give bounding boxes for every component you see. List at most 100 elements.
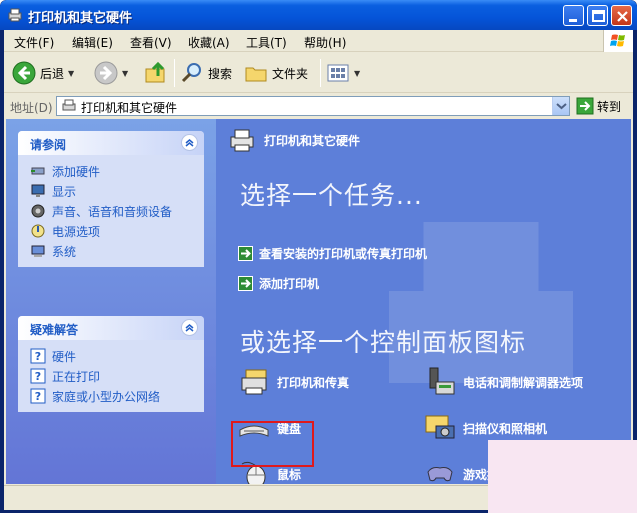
collapse-button[interactable] bbox=[181, 319, 198, 336]
cp-printers-faxes[interactable]: 打印机和传真 bbox=[238, 366, 349, 398]
help-icon: ? bbox=[30, 368, 46, 384]
chevron-up-icon bbox=[185, 139, 194, 147]
forward-arrow-icon bbox=[94, 61, 118, 85]
sidebar-item-label: 系统 bbox=[52, 244, 77, 259]
menu-view[interactable]: 查看(V) bbox=[130, 34, 172, 51]
speaker-icon bbox=[31, 204, 45, 218]
sidebar-item-sound[interactable]: 声音、语音和音频设备 bbox=[30, 201, 204, 221]
explorer-window: 打印机和其它硬件 文件(F) 编辑(E) 查看(V) 收藏(A) 工具(T) 帮… bbox=[0, 0, 637, 513]
task-add-printer[interactable]: 添加打印机 bbox=[238, 275, 319, 292]
sidebar-item-label: 声音、语音和音频设备 bbox=[52, 204, 173, 219]
sidebar-item-label: 显示 bbox=[52, 184, 77, 199]
sidebar-item-label: 添加硬件 bbox=[52, 164, 101, 179]
category-header: 打印机和其它硬件 bbox=[228, 127, 360, 153]
chevron-down-icon bbox=[556, 103, 567, 110]
printer-folder-icon bbox=[62, 99, 76, 111]
display-icon bbox=[31, 184, 45, 197]
sidebar-item-label: 家庭或小型办公网络 bbox=[52, 389, 161, 404]
svg-text:?: ? bbox=[35, 350, 41, 363]
sidebar-item-label: 正在打印 bbox=[52, 369, 101, 384]
folders-icon bbox=[245, 67, 267, 82]
corner-overlay bbox=[488, 440, 637, 513]
game-controller-icon bbox=[427, 467, 453, 482]
windows-logo-icon bbox=[603, 30, 633, 52]
menu-favorites[interactable]: 收藏(A) bbox=[188, 34, 230, 51]
go-arrow-icon bbox=[576, 97, 594, 115]
maximize-button[interactable] bbox=[587, 5, 608, 26]
mouse-highlight-box bbox=[231, 421, 314, 467]
sidebar-item-hardware-help[interactable]: ? 硬件 bbox=[30, 346, 204, 366]
see-also-header[interactable]: 请参阅 bbox=[18, 131, 204, 155]
maximize-icon bbox=[592, 10, 605, 22]
title-bar[interactable]: 打印机和其它硬件 bbox=[0, 0, 637, 30]
menu-tools[interactable]: 工具(T) bbox=[246, 34, 287, 51]
address-label: 地址(D) bbox=[10, 101, 53, 115]
minimize-button[interactable] bbox=[563, 5, 584, 26]
close-button[interactable] bbox=[611, 5, 632, 26]
cp-label: 鼠标 bbox=[277, 467, 302, 482]
sidebar-item-display[interactable]: 显示 bbox=[30, 181, 204, 201]
back-label: 后退 bbox=[40, 66, 65, 81]
sidebar-item-printing-help[interactable]: ? 正在打印 bbox=[30, 366, 204, 386]
folder-up-icon bbox=[145, 61, 165, 83]
window-title: 打印机和其它硬件 bbox=[28, 11, 133, 26]
see-also-title: 请参阅 bbox=[30, 138, 67, 152]
help-icon: ? bbox=[30, 348, 46, 364]
sidebar-item-label: 硬件 bbox=[52, 349, 77, 364]
cp-label: 扫描仪和照相机 bbox=[463, 421, 548, 436]
task-arrow-icon bbox=[238, 246, 253, 261]
cp-phone-modem[interactable]: 电话和调制解调器选项 bbox=[424, 366, 583, 398]
search-label: 搜索 bbox=[208, 66, 233, 81]
cp-label: 电话和调制解调器选项 bbox=[463, 375, 584, 390]
sidebar-item-power[interactable]: 电源选项 bbox=[30, 221, 204, 241]
forward-button[interactable]: ▼ bbox=[94, 59, 128, 87]
task-label: 查看安装的打印机或传真打印机 bbox=[259, 247, 428, 261]
menu-file[interactable]: 文件(F) bbox=[14, 34, 54, 51]
pick-task-heading: 选择一个任务... bbox=[240, 181, 423, 210]
sidebar-item-add-hardware[interactable]: 添加硬件 bbox=[30, 161, 204, 181]
svg-text:?: ? bbox=[35, 370, 41, 383]
menu-help[interactable]: 帮助(H) bbox=[304, 34, 346, 51]
toolbar: 后退 ▼ ▼ 搜索 文件夹 ▼ bbox=[4, 53, 633, 93]
views-button[interactable]: ▼ bbox=[326, 59, 360, 87]
power-options-icon bbox=[31, 224, 45, 238]
search-icon bbox=[181, 63, 201, 83]
see-also-panel: 请参阅 添加硬件 显示 声音、语音和音频设备 电源选项 系统 bbox=[18, 131, 204, 267]
phone-modem-icon bbox=[429, 367, 455, 395]
svg-text:?: ? bbox=[35, 390, 41, 403]
troubleshoot-list: ? 硬件 ? 正在打印 ? 家庭或小型办公网络 bbox=[18, 340, 204, 412]
menu-edit[interactable]: 编辑(E) bbox=[72, 34, 113, 51]
address-bar: 地址(D) 打印机和其它硬件 转到 bbox=[4, 94, 633, 118]
go-button[interactable]: 转到 bbox=[576, 96, 630, 116]
sidebar-item-network-help[interactable]: ? 家庭或小型办公网络 bbox=[30, 386, 204, 406]
troubleshoot-header[interactable]: 疑难解答 bbox=[18, 316, 204, 340]
window-frame: 文件(F) 编辑(E) 查看(V) 收藏(A) 工具(T) 帮助(H) 后退 ▼… bbox=[4, 30, 633, 510]
sidebar-item-system[interactable]: 系统 bbox=[30, 241, 204, 261]
back-dropdown-icon[interactable]: ▼ bbox=[68, 69, 74, 78]
troubleshoot-title: 疑难解答 bbox=[30, 323, 79, 337]
task-pane: 请参阅 添加硬件 显示 声音、语音和音频设备 电源选项 系统 疑难解答 ? 硬件… bbox=[6, 119, 216, 484]
address-value: 打印机和其它硬件 bbox=[81, 101, 178, 115]
task-view-printers[interactable]: 查看安装的打印机或传真打印机 bbox=[238, 245, 427, 262]
views-dropdown-icon[interactable]: ▼ bbox=[354, 69, 360, 78]
troubleshoot-panel: 疑难解答 ? 硬件 ? 正在打印 ? 家庭或小型办公网络 bbox=[18, 316, 204, 412]
content-area: 请参阅 添加硬件 显示 声音、语音和音频设备 电源选项 系统 疑难解答 ? 硬件… bbox=[6, 119, 631, 484]
task-label: 添加打印机 bbox=[259, 277, 320, 291]
forward-dropdown-icon[interactable]: ▼ bbox=[122, 69, 128, 78]
address-dropdown-button[interactable] bbox=[552, 97, 569, 115]
folders-button[interactable]: 文件夹 bbox=[244, 59, 308, 87]
back-arrow-icon bbox=[12, 61, 36, 85]
printer-fax-icon bbox=[241, 369, 267, 395]
back-button[interactable]: 后退 ▼ bbox=[12, 59, 74, 87]
address-input[interactable]: 打印机和其它硬件 bbox=[56, 96, 570, 116]
collapse-button[interactable] bbox=[181, 134, 198, 151]
up-button[interactable] bbox=[144, 59, 168, 87]
help-icon: ? bbox=[30, 388, 46, 404]
cp-label: 打印机和传真 bbox=[277, 375, 350, 390]
chevron-up-icon bbox=[185, 324, 194, 332]
scanner-camera-icon bbox=[425, 415, 455, 439]
menu-bar: 文件(F) 编辑(E) 查看(V) 收藏(A) 工具(T) 帮助(H) bbox=[4, 30, 633, 52]
minimize-icon bbox=[569, 19, 577, 22]
system-icon bbox=[31, 245, 45, 257]
search-button[interactable]: 搜索 bbox=[180, 59, 232, 87]
